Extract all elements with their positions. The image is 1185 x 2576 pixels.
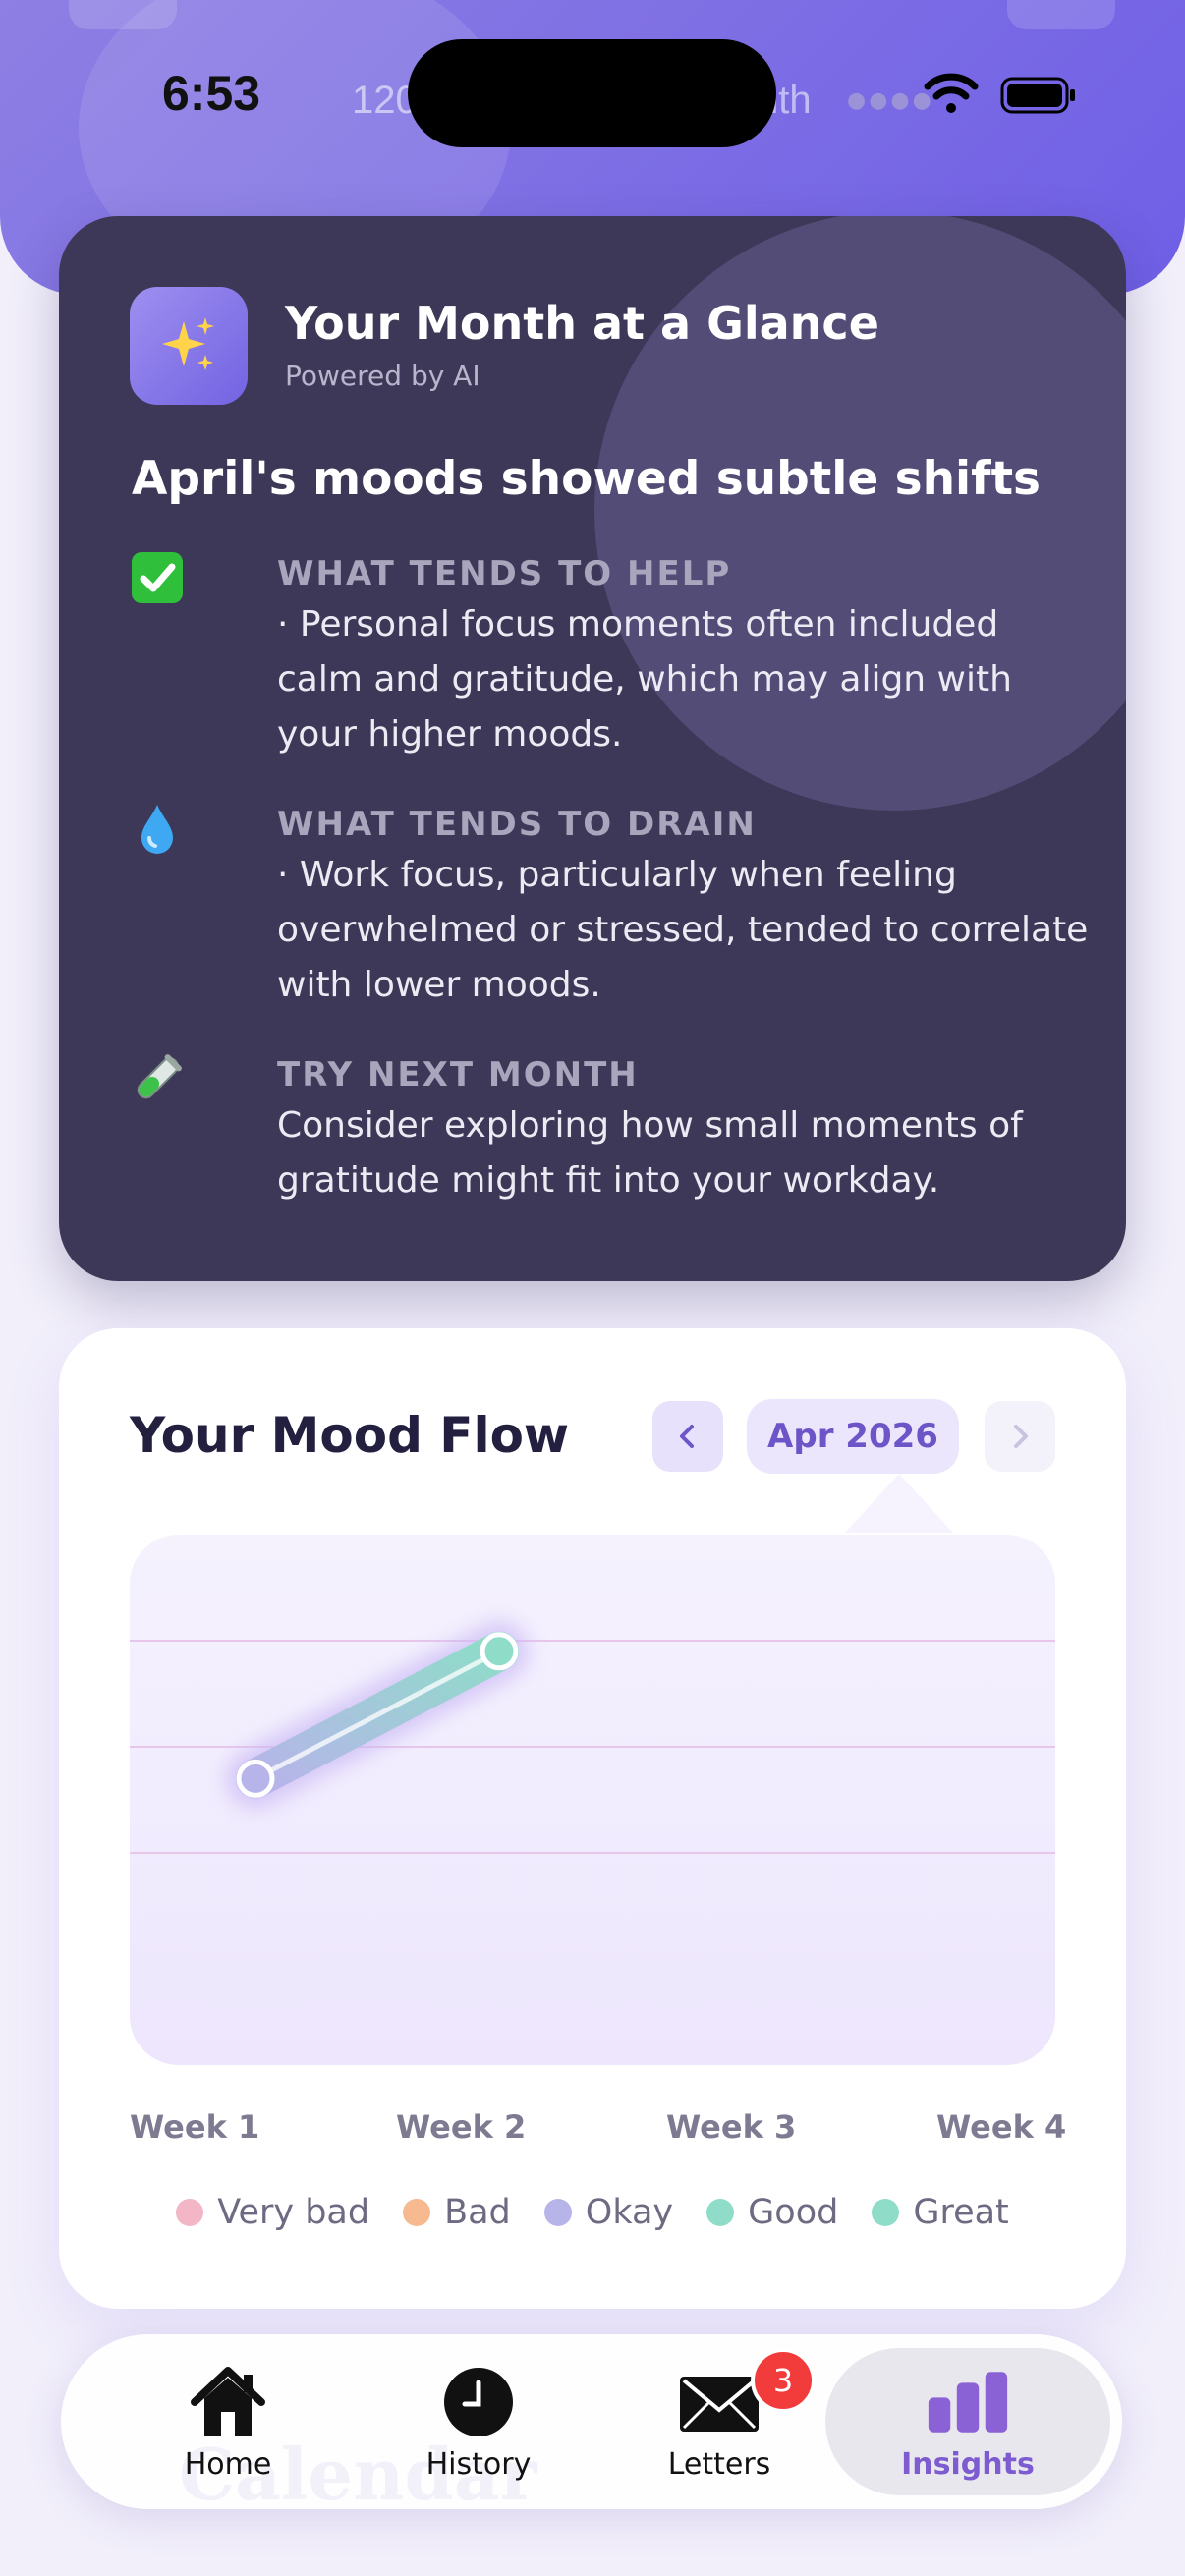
ai-card-title: Your Month at a Glance	[285, 297, 879, 350]
mood-data-point[interactable]	[236, 1759, 275, 1798]
legend-item: Very bad	[176, 2193, 369, 2232]
bar-chart-icon	[928, 2371, 1008, 2433]
mood-legend: Very bad Bad Okay Good Great	[59, 2193, 1126, 2232]
next-month-button[interactable]	[985, 1401, 1055, 1472]
chevron-left-icon	[680, 1425, 694, 1448]
header-bubble	[1007, 0, 1115, 29]
chevron-right-icon	[1014, 1425, 1028, 1448]
series-line	[253, 1649, 502, 1781]
x-tick-label: Week 1	[130, 2108, 260, 2146]
legend-label: Bad	[444, 2193, 511, 2232]
insight-body: · Personal focus moments often included …	[277, 604, 1012, 755]
mood-chart	[130, 1621, 1055, 1854]
previous-month-button[interactable]	[652, 1401, 723, 1472]
ai-card-subtitle: Powered by AI	[285, 360, 480, 392]
bottom-tab-bar: Calendar Home History Letters 3 Insights	[61, 2334, 1122, 2516]
insight-label: WHAT TENDS TO DRAIN	[277, 805, 757, 844]
legend-swatch	[403, 2199, 431, 2226]
legend-swatch	[176, 2199, 204, 2226]
battery-icon	[1000, 77, 1075, 114]
ai-badge	[130, 287, 248, 405]
ai-summary-card: Your Month at a Glance Powered by AI Apr…	[59, 216, 1126, 1281]
wifi-icon	[924, 73, 979, 113]
test-tube-icon	[137, 1054, 182, 1099]
dynamic-island	[408, 39, 776, 147]
legend-label: Very bad	[217, 2193, 370, 2232]
envelope-icon	[680, 2376, 759, 2432]
mood-data-point[interactable]	[480, 1632, 519, 1671]
house-icon	[191, 2366, 265, 2436]
legend-item: Good	[706, 2193, 838, 2232]
status-bar: 6:53 120 nth ●●●●	[0, 39, 1185, 147]
x-tick-label: Week 4	[936, 2108, 1067, 2146]
insight-label: WHAT TENDS TO HELP	[277, 554, 732, 593]
tab-insights[interactable]: Insights	[825, 2348, 1110, 2495]
tab-label: Home	[184, 2446, 272, 2482]
clock-icon	[444, 2367, 513, 2436]
legend-label: Good	[748, 2193, 839, 2232]
droplet-icon	[141, 805, 173, 854]
legend-swatch	[872, 2199, 900, 2226]
tab-label: Letters	[667, 2446, 771, 2482]
legend-swatch	[706, 2199, 735, 2226]
insight-body: Consider exploring how small moments of …	[277, 1105, 1023, 1201]
status-time: 6:53	[162, 66, 261, 121]
mood-chart-area	[130, 1535, 1055, 2065]
month-pill-pointer	[845, 1474, 953, 1533]
unread-count-badge: 3	[751, 2348, 816, 2413]
legend-label: Great	[913, 2193, 1009, 2232]
cellular-signal-icon: ●●●●	[847, 88, 934, 113]
legend-item: Great	[872, 2193, 1009, 2232]
mood-flow-card: Your Mood Flow Apr 2026 Week 1 Week 2 We…	[59, 1328, 1126, 2309]
insight-label: TRY NEXT MONTH	[277, 1055, 639, 1094]
legend-swatch	[543, 2199, 572, 2226]
ai-headline: April's moods showed subtle shifts	[132, 452, 1042, 506]
header-bubble	[69, 0, 177, 29]
legend-label: Okay	[585, 2193, 674, 2232]
mood-flow-title: Your Mood Flow	[130, 1407, 570, 1464]
legend-item: Bad	[403, 2193, 511, 2232]
insight-body: · Work focus, particularly when feeling …	[277, 855, 1089, 1005]
month-selector[interactable]: Apr 2026	[747, 1399, 959, 1474]
check-icon	[132, 552, 183, 603]
tab-home[interactable]: Home	[130, 2334, 326, 2509]
legend-item: Okay	[543, 2193, 674, 2232]
x-tick-label: Week 2	[396, 2108, 527, 2146]
tab-label: History	[425, 2446, 532, 2482]
x-tick-label: Week 3	[666, 2108, 797, 2146]
tab-history[interactable]: History	[380, 2334, 577, 2509]
sparkles-icon	[162, 317, 214, 370]
tab-label: Insights	[901, 2446, 1035, 2482]
